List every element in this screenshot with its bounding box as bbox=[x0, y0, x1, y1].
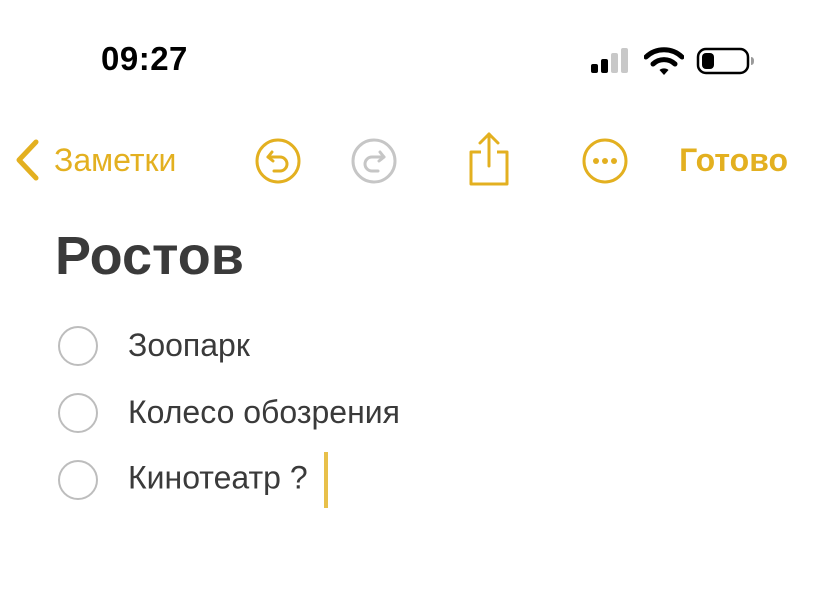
checklist-item-text[interactable]: Кинотеатр ? bbox=[128, 451, 328, 508]
status-time: 09:27 bbox=[101, 40, 188, 77]
battery-icon bbox=[696, 47, 754, 75]
undo-icon[interactable] bbox=[253, 136, 303, 186]
back-button[interactable]: Заметки bbox=[14, 136, 176, 184]
chevron-left-icon bbox=[16, 139, 39, 181]
checklist-item: Колесо обозрения bbox=[58, 379, 400, 446]
checkbox-circle[interactable] bbox=[58, 459, 98, 500]
status-bar: 09:27 bbox=[0, 0, 821, 110]
share-icon[interactable] bbox=[466, 130, 512, 188]
checklist-item-label: Кинотеатр ? bbox=[128, 458, 308, 495]
text-cursor bbox=[323, 451, 328, 508]
checklist-item: Кинотеатр ? bbox=[58, 446, 400, 513]
checklist-item: Зоопарк bbox=[58, 312, 400, 379]
back-label: Заметки bbox=[54, 141, 177, 178]
done-button[interactable]: Готово bbox=[679, 142, 788, 179]
cellular-signal-icon bbox=[591, 48, 628, 73]
note-title[interactable]: Ростов bbox=[55, 225, 244, 287]
checklist: Зоопарк Колесо обозрения Кинотеатр ? bbox=[58, 312, 400, 513]
wifi-icon bbox=[644, 47, 684, 75]
checkbox-circle[interactable] bbox=[58, 325, 98, 366]
note-toolbar: Заметки Готово bbox=[0, 128, 821, 192]
redo-icon[interactable] bbox=[349, 136, 399, 186]
more-icon[interactable] bbox=[580, 136, 630, 186]
checklist-item-text[interactable]: Зоопарк bbox=[128, 327, 250, 364]
checklist-item-text[interactable]: Колесо обозрения bbox=[128, 394, 400, 431]
checkbox-circle[interactable] bbox=[58, 392, 98, 433]
